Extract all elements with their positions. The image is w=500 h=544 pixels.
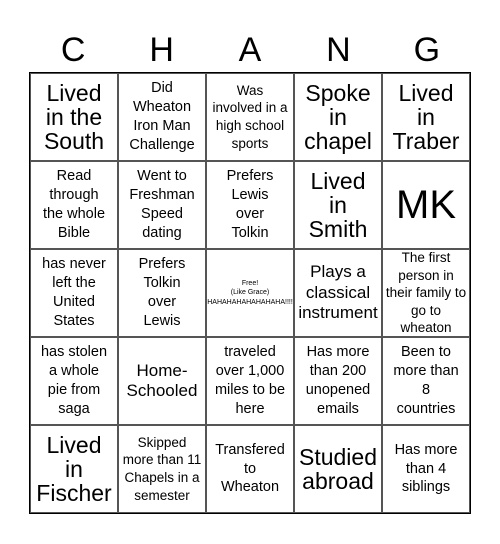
free-space-cell[interactable]: Free! (Like Grace) HAHAHAHAHAHAHAHA!!!! [206,249,294,337]
bingo-cell[interactable]: Lived in Smith [294,161,382,249]
bingo-cell[interactable]: Read through the whole Bible [30,161,118,249]
bingo-cell[interactable]: has never left the United States [30,249,118,337]
bingo-cell[interactable]: MK [382,161,470,249]
bingo-cell[interactable]: Home- Schooled [118,337,206,425]
bingo-cell[interactable]: Has more than 200 unopened emails [294,337,382,425]
bingo-cell[interactable]: Prefers Lewis over Tolkin [206,161,294,249]
bingo-cell[interactable]: Studied abroad [294,425,382,513]
bingo-board: Lived in the South Did Wheaton Iron Man C… [29,72,471,514]
header-letter: N [326,31,351,69]
bingo-cell[interactable]: Has more than 4 siblings [382,425,470,513]
bingo-cell[interactable]: Lived in the South [30,73,118,161]
bingo-cell[interactable]: Been to more than 8 countries [382,337,470,425]
bingo-cell[interactable]: has stolen a whole pie from saga [30,337,118,425]
bingo-cell[interactable]: Was involved in a high school sports [206,73,294,161]
bingo-cell[interactable]: Transfered to Wheaton [206,425,294,513]
bingo-cell[interactable]: Lived in Fischer [30,425,118,513]
header-letter: H [149,31,174,69]
bingo-cell[interactable]: Lived in Traber [382,73,470,161]
bingo-cell[interactable]: Plays a classical instrument [294,249,382,337]
bingo-header: C H A N G [29,28,471,72]
bingo-cell[interactable]: The first person in their family to go t… [382,249,470,337]
bingo-cell[interactable]: Skipped more than 11 Chapels in a semest… [118,425,206,513]
bingo-cell[interactable]: Spoke in chapel [294,73,382,161]
bingo-cell[interactable]: Went to Freshman Speed dating [118,161,206,249]
bingo-cell[interactable]: Did Wheaton Iron Man Challenge [118,73,206,161]
header-letter: A [238,31,262,69]
header-letter: G [413,31,441,69]
bingo-cell[interactable]: traveled over 1,000 miles to be here [206,337,294,425]
bingo-cell[interactable]: Prefers Tolkin over Lewis [118,249,206,337]
header-letter: C [60,31,86,69]
